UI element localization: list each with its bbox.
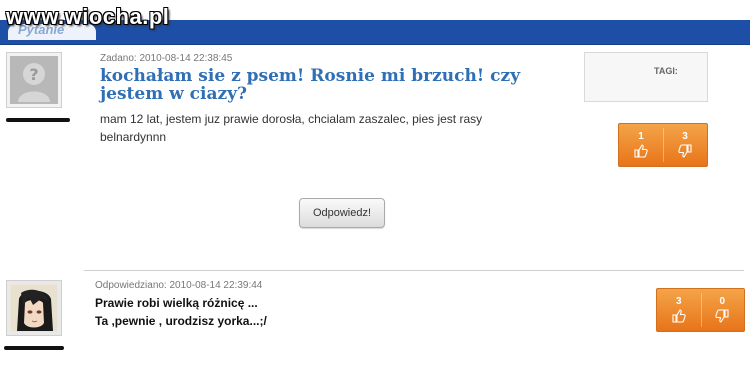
answer-vote-up-button[interactable]: 3 [657, 289, 701, 331]
watermark: www.wiocha.pl [6, 4, 170, 29]
answer-line-1: Prawie robi wielką różnicę ... [95, 296, 258, 310]
question-vote-up-count: 1 [638, 131, 644, 142]
tags-label: TAGI: [654, 66, 678, 76]
question-vote-down-count: 3 [682, 131, 688, 142]
reply-button[interactable]: Odpowiedz! [299, 198, 385, 228]
answer-avatar[interactable] [6, 280, 62, 336]
thumbs-down-icon [678, 144, 692, 158]
question-date: Zadano: 2010-08-14 22:38:45 [100, 53, 233, 64]
answer-date: Odpowiedziano: 2010-08-14 22:39:44 [95, 280, 263, 291]
thumbs-up-icon [672, 309, 686, 323]
answer-line-2: Ta ,pewnie , urodzisz yorka...;/ [95, 314, 267, 328]
answer-vote-box: 3 0 [656, 288, 745, 332]
answer-author-name[interactable] [4, 346, 64, 350]
question-body: mam 12 lat, jestem juz prawie dorosła, c… [100, 112, 483, 144]
answer-vote-down-count: 0 [719, 296, 726, 307]
answer-vote-down-button[interactable]: 0 [701, 289, 745, 331]
question-vote-down-button[interactable]: 3 [663, 124, 707, 166]
thumbs-down-icon [715, 309, 729, 323]
thumbs-up-icon [634, 144, 648, 158]
anime-avatar-icon [10, 284, 58, 332]
question-vote-box: 1 3 [618, 123, 708, 167]
tags-box [584, 52, 708, 102]
section-divider [84, 270, 744, 271]
svg-text:?: ? [29, 65, 38, 84]
question-vote-up-button[interactable]: 1 [619, 124, 663, 166]
question-author-name[interactable] [6, 118, 70, 122]
avatar-placeholder-icon: ? [10, 56, 58, 104]
question-title[interactable]: kochałam sie z psem! Rosnie mi brzuch! c… [100, 67, 560, 103]
question-avatar[interactable]: ? [6, 52, 62, 108]
answer-vote-up-count: 3 [675, 296, 682, 307]
